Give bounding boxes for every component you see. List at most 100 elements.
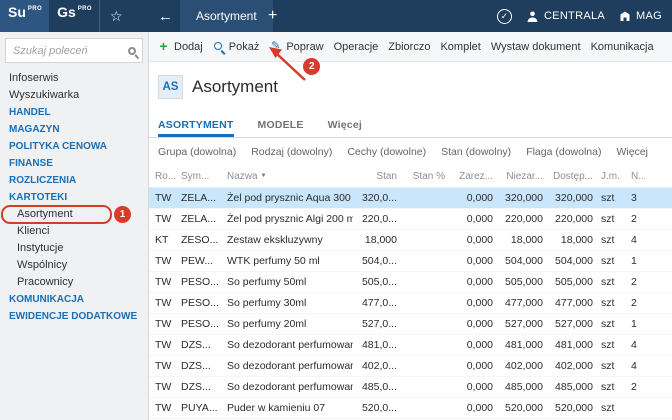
app-edition-label: PRO bbox=[78, 6, 92, 32]
view-tabs: ASORTYMENT MODELE Więcej bbox=[149, 112, 672, 138]
toolbar-button-operacje[interactable]: Operacje bbox=[334, 32, 379, 61]
column-header-stan[interactable]: Stan bbox=[353, 171, 401, 182]
toolbar-button-label: Wystaw dokument bbox=[491, 41, 581, 53]
toolbar-button-label: Dodaj bbox=[174, 41, 203, 53]
toolbar-button-komunikacja[interactable]: Komunikacja bbox=[591, 32, 654, 61]
sidebar-item-instytucje[interactable]: Instytucje bbox=[0, 240, 148, 257]
sidebar-item-infoserwis[interactable]: Infoserwis bbox=[0, 70, 148, 87]
view-tab-więcej[interactable]: Więcej bbox=[328, 119, 362, 137]
table-row[interactable]: TWZELA...Żel pod prysznic Algi 200 ml220… bbox=[149, 209, 672, 230]
new-tab-plus-icon[interactable] bbox=[268, 7, 277, 25]
column-header-nazwa[interactable]: Nazwa▼ bbox=[223, 171, 353, 182]
cell-n: 4 bbox=[627, 234, 645, 246]
branch-selector[interactable]: CENTRALA bbox=[526, 10, 605, 23]
filter-więcej[interactable]: Więcej bbox=[616, 146, 648, 158]
check-circle-icon[interactable] bbox=[497, 9, 512, 24]
sidebar-item-asortyment[interactable]: Asortyment1 bbox=[0, 206, 148, 223]
cell-j-m: szt bbox=[597, 255, 627, 267]
toolbar-button-popraw[interactable]: ✎Popraw2 bbox=[269, 32, 323, 61]
column-header-zarez[interactable]: Zarez... bbox=[449, 171, 497, 182]
view-tab-modele[interactable]: MODELE bbox=[258, 119, 304, 137]
filter-flaga-dowolna[interactable]: Flaga (dowolna) bbox=[526, 146, 601, 158]
sidebar-item-rozliczenia[interactable]: ROZLICZENIA bbox=[0, 172, 148, 189]
sidebar-item-wyszukiwarka[interactable]: Wyszukiwarka bbox=[0, 87, 148, 104]
cell-sym: DZS... bbox=[177, 381, 223, 393]
table-row[interactable]: TWPUYA...Puder w kamieniu 07520,0...0,00… bbox=[149, 398, 672, 419]
app-tile-subiekt[interactable]: SuPRO bbox=[0, 0, 49, 32]
cell-stan: 504,0... bbox=[353, 255, 401, 267]
warehouse-selector[interactable]: MAG bbox=[619, 10, 662, 22]
sidebar-item-ewidencje-dodatkowe[interactable]: EWIDENCJE DODATKOWE bbox=[0, 308, 148, 325]
app-tile-gestor[interactable]: GsPRO bbox=[49, 0, 100, 32]
column-header-sym[interactable]: Sym... bbox=[177, 171, 223, 182]
cell-sym: PUYA... bbox=[177, 402, 223, 414]
column-header-niezar[interactable]: Niezar... bbox=[497, 171, 547, 182]
top-bar: SuPRO GsPRO Asortyment CENTRALA MAG bbox=[0, 0, 672, 32]
column-header-dostęp[interactable]: Dostęp... bbox=[547, 171, 597, 182]
cell-ro: TW bbox=[151, 318, 177, 330]
column-header-stan-%[interactable]: Stan % bbox=[401, 171, 449, 182]
table-row[interactable]: KTZESO...Zestaw ekskluzywny18,0000,00018… bbox=[149, 230, 672, 251]
app-edition-label: PRO bbox=[28, 6, 42, 32]
cell-zarez: 0,000 bbox=[449, 297, 497, 309]
sidebar: InfoserwisWyszukiwarkaHANDELMAGAZYNPOLIT… bbox=[0, 32, 149, 420]
cell-stan: 220,0... bbox=[353, 213, 401, 225]
table-row[interactable]: TWZELA...Żel pod prysznic Aqua 300 ml320… bbox=[149, 188, 672, 209]
sidebar-item-finanse[interactable]: FINANSE bbox=[0, 155, 148, 172]
cell-zarez: 0,000 bbox=[449, 402, 497, 414]
view-tab-asortyment[interactable]: ASORTYMENT bbox=[158, 119, 234, 137]
toolbar-button-label: Komunikacja bbox=[591, 41, 654, 53]
filter-stan-dowolny[interactable]: Stan (dowolny) bbox=[441, 146, 511, 158]
table-row[interactable]: TWPESO...So perfumy 50ml505,0...0,000505… bbox=[149, 272, 672, 293]
cell-nazwa: So perfumy 30ml bbox=[223, 297, 353, 309]
table-row[interactable]: TWPESO...So perfumy 20ml527,0...0,000527… bbox=[149, 314, 672, 335]
cell-niezar: 481,000 bbox=[497, 339, 547, 351]
sidebar-item-polityka-cenowa[interactable]: POLITYKA CENOWA bbox=[0, 138, 148, 155]
page-header: AS Asortyment bbox=[149, 62, 672, 112]
toolbar-button-komplet[interactable]: Komplet bbox=[440, 32, 480, 61]
cell-sym: DZS... bbox=[177, 360, 223, 372]
table-row[interactable]: TWPESO...So perfumy 30ml477,0...0,000477… bbox=[149, 293, 672, 314]
toolbar-button-zbiorczo[interactable]: Zbiorczo bbox=[388, 32, 430, 61]
filter-grupa-dowolna[interactable]: Grupa (dowolna) bbox=[158, 146, 236, 158]
command-search[interactable] bbox=[5, 38, 143, 63]
cell-stan: 527,0... bbox=[353, 318, 401, 330]
filter-cechy-dowolne[interactable]: Cechy (dowolne) bbox=[347, 146, 426, 158]
sidebar-item-pracownicy[interactable]: Pracownicy bbox=[0, 274, 148, 291]
cell-stan: 18,000 bbox=[353, 234, 401, 246]
table-row[interactable]: TWDZS...So dezodorant perfumowany...485,… bbox=[149, 377, 672, 398]
star-icon[interactable] bbox=[110, 8, 123, 25]
cell-nazwa: WTK perfumy 50 ml bbox=[223, 255, 353, 267]
filter-rodzaj-dowolny[interactable]: Rodzaj (dowolny) bbox=[251, 146, 332, 158]
cell-niezar: 505,000 bbox=[497, 276, 547, 288]
toolbar-button-dodaj[interactable]: +Dodaj bbox=[157, 32, 203, 61]
sidebar-item-klienci[interactable]: Klienci bbox=[0, 223, 148, 240]
column-header-j-m[interactable]: J.m. bbox=[597, 171, 627, 182]
table-row[interactable]: TWDZS...So dezodorant perfumowany...481,… bbox=[149, 335, 672, 356]
cell-sym: ZELA... bbox=[177, 192, 223, 204]
sidebar-item-magazyn[interactable]: MAGAZYN bbox=[0, 121, 148, 138]
back-arrow-icon[interactable] bbox=[158, 8, 173, 25]
user-icon bbox=[526, 10, 539, 23]
column-header-n[interactable]: N... bbox=[627, 171, 645, 182]
search-input[interactable] bbox=[13, 45, 124, 57]
table-row[interactable]: TWPEW...WTK perfumy 50 ml504,0...0,00050… bbox=[149, 251, 672, 272]
toolbar-button-wystaw-dokument[interactable]: Wystaw dokument bbox=[491, 32, 581, 61]
cell-sym: DZS... bbox=[177, 339, 223, 351]
cell-n: 4 bbox=[627, 339, 645, 351]
toolbar-button-label: Operacje bbox=[334, 41, 379, 53]
sidebar-item-komunikacja[interactable]: KOMUNIKACJA bbox=[0, 291, 148, 308]
column-header-ro[interactable]: Ro... bbox=[151, 171, 177, 182]
pin-icon[interactable] bbox=[126, 45, 137, 56]
cell-nazwa: So dezodorant perfumowany... bbox=[223, 360, 353, 372]
cell-ro: KT bbox=[151, 234, 177, 246]
toolbar-button-label: Popraw bbox=[286, 41, 323, 53]
cell-sym: PEW... bbox=[177, 255, 223, 267]
toolbar-button-pokaż[interactable]: Pokaż bbox=[213, 32, 260, 61]
table-row[interactable]: TWDZS...So dezodorant perfumowany...402,… bbox=[149, 356, 672, 377]
sidebar-item-wspólnicy[interactable]: Wspólnicy bbox=[0, 257, 148, 274]
cell-n: 2 bbox=[627, 276, 645, 288]
sidebar-item-handel[interactable]: HANDEL bbox=[0, 104, 148, 121]
document-tab-asortyment[interactable]: Asortyment bbox=[180, 0, 273, 32]
sidebar-item-kartoteki[interactable]: KARTOTEKI bbox=[0, 189, 148, 206]
